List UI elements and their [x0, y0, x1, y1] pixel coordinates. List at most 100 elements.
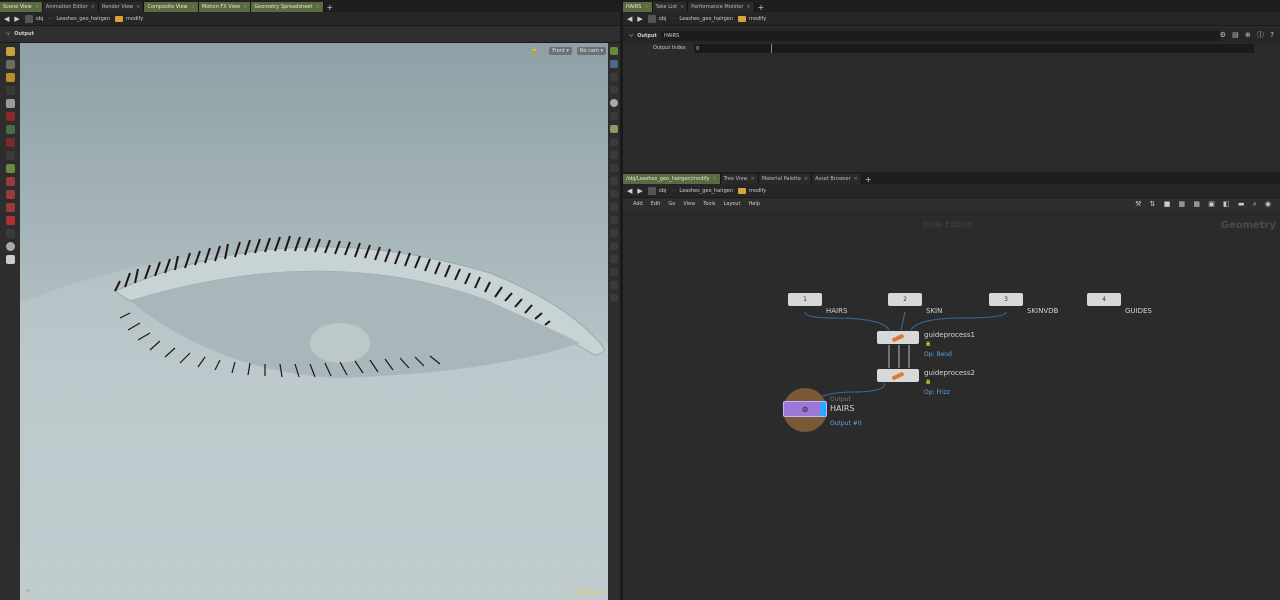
- sphere-icon[interactable]: [610, 99, 618, 107]
- handle-tool-icon[interactable]: [5, 73, 15, 82]
- param-tools-icons[interactable]: ⚙ ▤ ⊕ ⓘ ?: [1220, 30, 1276, 40]
- menu-layout[interactable]: Layout: [724, 201, 741, 207]
- close-icon[interactable]: ×: [804, 176, 808, 182]
- breadcrumb-obj[interactable]: obj: [647, 186, 666, 195]
- camera-view-icon[interactable]: [610, 125, 618, 133]
- tab-asset-browser[interactable]: Asset Browser ×: [812, 174, 862, 184]
- input-node-2[interactable]: 2: [888, 293, 922, 306]
- camera-dropdown[interactable]: Front ▾: [549, 47, 572, 55]
- uv-icon[interactable]: [610, 216, 618, 224]
- ghost-icon[interactable]: [610, 73, 618, 81]
- guideprocess1-node[interactable]: [877, 331, 919, 344]
- magnet-icon[interactable]: [5, 177, 15, 186]
- forward-arrow-icon[interactable]: ▶: [637, 187, 642, 195]
- add-tab-icon[interactable]: +: [862, 175, 875, 184]
- node-name-field[interactable]: HAIRS: [660, 30, 1220, 41]
- guideprocess2-node[interactable]: [877, 369, 919, 382]
- breadcrumb-geo[interactable]: ⋯ Leashes_geo_hairgen: [671, 188, 733, 194]
- close-icon[interactable]: ×: [243, 4, 247, 10]
- breadcrumb-geo[interactable]: ⋯ Leashes_geo_hairgen: [48, 16, 110, 22]
- network-canvas[interactable]: Indie Edition Geometry 1 HAIRS 2 SKIN 3 …: [623, 210, 1280, 600]
- tab-tree-view[interactable]: Tree View ×: [720, 174, 759, 184]
- menu-go[interactable]: Go: [668, 201, 675, 207]
- pointer-icon[interactable]: [5, 86, 15, 95]
- menu-edit[interactable]: Edit: [651, 201, 661, 207]
- tab-motion-fx-view[interactable]: Motion FX View ×: [198, 2, 252, 12]
- menu-view[interactable]: View: [683, 201, 695, 207]
- breadcrumb-modify[interactable]: modify: [738, 15, 766, 22]
- close-icon[interactable]: ×: [751, 176, 755, 182]
- point-snap-icon[interactable]: [5, 138, 15, 147]
- tab-geometry-spreadsheet[interactable]: Geometry Spreadsheet ×: [251, 2, 324, 12]
- breadcrumb-obj[interactable]: obj: [24, 14, 43, 23]
- breadcrumb-geo[interactable]: ⋯ Leashes_geo_hairgen: [671, 16, 733, 22]
- globe-icon[interactable]: [5, 242, 15, 251]
- back-arrow-icon[interactable]: ◀: [4, 15, 9, 23]
- input-node-3[interactable]: 3: [989, 293, 1023, 306]
- add-tab-icon[interactable]: +: [755, 3, 768, 12]
- slider-handle[interactable]: [771, 44, 772, 53]
- primitive-icon[interactable]: [610, 242, 618, 250]
- lock-icon[interactable]: [5, 99, 15, 108]
- close-icon[interactable]: ×: [91, 4, 95, 10]
- magnet-3-icon[interactable]: [5, 203, 15, 212]
- no-cam-dropdown[interactable]: No cam ▾: [576, 47, 606, 55]
- lights-icon[interactable]: [610, 112, 618, 120]
- tab-take-list[interactable]: Take List ×: [652, 2, 689, 12]
- xray-icon[interactable]: [610, 86, 618, 94]
- close-icon[interactable]: ×: [746, 4, 750, 10]
- select-tool-icon[interactable]: [5, 47, 15, 56]
- tab-performance-monitor[interactable]: Performance Monitor ×: [688, 2, 755, 12]
- display-flag[interactable]: [820, 402, 826, 416]
- tab-network-path[interactable]: /obj/Leashes_geo_hairgen/modify ×: [623, 174, 721, 184]
- input-node-1[interactable]: 1: [788, 293, 822, 306]
- display-icon[interactable]: [5, 164, 15, 173]
- close-icon[interactable]: ×: [315, 4, 319, 10]
- pose-tool-icon[interactable]: [5, 60, 15, 69]
- close-icon[interactable]: ×: [854, 176, 858, 182]
- tab-scene-view[interactable]: Scene View ×: [0, 2, 43, 12]
- tab-hairs[interactable]: HAIRS ×: [623, 2, 653, 12]
- close-icon[interactable]: ×: [644, 4, 648, 10]
- menu-tools[interactable]: Tools: [703, 201, 715, 207]
- breadcrumb-obj[interactable]: obj: [647, 14, 666, 23]
- normals-icon[interactable]: [610, 164, 618, 172]
- vertex-icon[interactable]: [610, 268, 618, 276]
- 3d-viewport[interactable]: Front ▾ No cam ▾ 🔒 Indie Edition ⊹: [20, 43, 608, 600]
- breadcrumb-modify[interactable]: modify: [115, 15, 143, 22]
- menu-help[interactable]: Help: [749, 201, 760, 207]
- grid-icon[interactable]: [610, 151, 618, 159]
- tab-render-view[interactable]: Render View ×: [99, 2, 145, 12]
- close-icon[interactable]: ×: [191, 4, 195, 10]
- tab-animation-editor[interactable]: Animation Editor ×: [42, 2, 99, 12]
- attribute-icon[interactable]: [610, 294, 618, 302]
- view-tool-icon[interactable]: [5, 151, 15, 160]
- close-icon[interactable]: ×: [712, 176, 716, 182]
- add-tab-icon[interactable]: +: [324, 3, 337, 12]
- camera-icon[interactable]: [5, 229, 15, 238]
- back-arrow-icon[interactable]: ◀: [627, 15, 632, 23]
- breadcrumb-modify[interactable]: modify: [738, 187, 766, 194]
- magnet-2-icon[interactable]: [5, 190, 15, 199]
- pin-icon[interactable]: [610, 138, 618, 146]
- output-node[interactable]: ⊛: [783, 401, 827, 417]
- close-icon[interactable]: ×: [136, 4, 140, 10]
- grid-snap-icon[interactable]: [5, 125, 15, 134]
- input-node-4[interactable]: 4: [1087, 293, 1121, 306]
- close-icon[interactable]: ×: [680, 4, 684, 10]
- network-tool-icons[interactable]: ⚒ ⇅ ■ ▦ ▦ ▣ ◧ ▬ ⌕ ◉: [1135, 200, 1274, 209]
- edge-icon[interactable]: [610, 255, 618, 263]
- menu-add[interactable]: Add: [633, 201, 643, 207]
- group-icon[interactable]: [610, 281, 618, 289]
- tab-material-palette[interactable]: Material Palette ×: [758, 174, 813, 184]
- numbers-icon[interactable]: [610, 203, 618, 211]
- forward-arrow-icon[interactable]: ▶: [637, 15, 642, 23]
- shading-icon[interactable]: [610, 60, 618, 68]
- display-options-icon[interactable]: [610, 47, 618, 55]
- back-arrow-icon[interactable]: ◀: [627, 187, 632, 195]
- tab-composite-view[interactable]: Composite View ×: [144, 2, 199, 12]
- magnet-4-icon[interactable]: [5, 216, 15, 225]
- forward-arrow-icon[interactable]: ▶: [14, 15, 19, 23]
- viewport-lock-icon[interactable]: 🔒: [531, 47, 538, 54]
- output-index-field[interactable]: 0: [694, 44, 1254, 53]
